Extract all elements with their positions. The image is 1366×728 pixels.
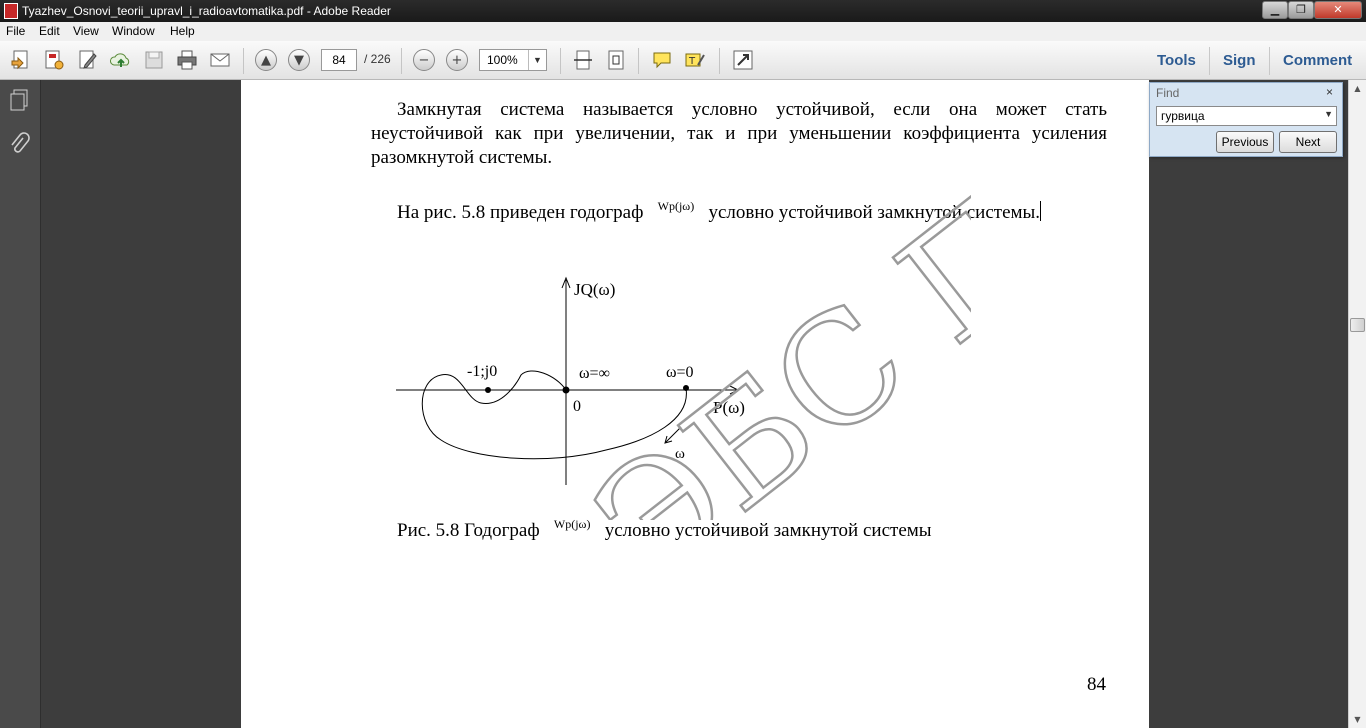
fit-page-icon[interactable]: [604, 49, 628, 71]
critical-point-label: -1;j0: [467, 363, 497, 380]
y-axis-label: JQ(ω): [574, 280, 615, 299]
previous-page-icon[interactable]: ▲: [254, 49, 278, 71]
paragraph-figure-reference: На рис. 5.8 приведен годограф Wр(jω) усл…: [397, 199, 1042, 223]
close-button[interactable]: ✕: [1314, 1, 1362, 19]
next-page-icon[interactable]: ▼: [287, 49, 311, 71]
text-cursor: [1040, 201, 1042, 221]
adobe-reader-window: Tyazhev_Osnovi_teorii_upravl_i_radioavto…: [0, 0, 1366, 728]
save-icon[interactable]: [142, 49, 166, 71]
formula-wp: Wр(jω): [657, 199, 695, 213]
tools-pane-link[interactable]: Tools: [1157, 52, 1196, 69]
page-number-footer: 84: [1087, 674, 1106, 695]
create-pdf-icon[interactable]: [9, 49, 33, 71]
zoom-in-icon[interactable]: +: [445, 49, 469, 71]
menu-window[interactable]: Window: [112, 24, 155, 38]
email-icon[interactable]: [208, 49, 232, 71]
menu-edit[interactable]: Edit: [39, 24, 60, 38]
formula-wp: Wр(jω): [553, 517, 591, 531]
toolbar-separator: [243, 48, 244, 74]
full-screen-icon[interactable]: [731, 49, 755, 71]
toolbar-separator: [638, 48, 639, 74]
origin-label: 0: [573, 398, 581, 415]
zoom-value: 100%: [487, 53, 518, 67]
maximize-button[interactable]: ❐: [1288, 1, 1314, 19]
vertical-scrollbar[interactable]: ▲ ▼: [1348, 80, 1366, 728]
print-icon[interactable]: [175, 49, 199, 71]
critical-point-marker: [485, 387, 491, 393]
zoom-out-icon[interactable]: −: [412, 49, 436, 71]
zoom-select[interactable]: 100% ▼: [479, 49, 547, 71]
toolbar-separator: [1269, 47, 1270, 75]
comment-bubble-icon[interactable]: [650, 49, 674, 71]
hodograph-curve: [421, 370, 687, 460]
find-label: Find: [1156, 86, 1180, 100]
sign-pane-link[interactable]: Sign: [1223, 52, 1256, 69]
omega-infinity-label: ω=∞: [579, 365, 610, 382]
page-number-input[interactable]: [321, 49, 357, 71]
pdf-page[interactable]: Замкнутая система называется условно уст…: [241, 80, 1149, 728]
find-next-button[interactable]: Next: [1279, 131, 1337, 153]
find-query: гурвица: [1161, 109, 1205, 123]
paragraph-definition: Замкнутая система называется условно уст…: [371, 99, 1107, 168]
find-input[interactable]: гурвица ▼: [1156, 106, 1337, 126]
origin-point-marker: [562, 386, 570, 394]
scroll-up-icon[interactable]: ▲: [1349, 80, 1366, 97]
scroll-thumb[interactable]: [1350, 318, 1365, 332]
svg-text:T: T: [688, 56, 696, 67]
toolbar-separator: [719, 48, 720, 74]
menu-bar: File Edit View Window Help: [0, 22, 1366, 41]
toolbar-separator: [1209, 47, 1210, 75]
highlight-text-icon[interactable]: T: [683, 49, 707, 71]
title-bar: Tyazhev_Osnovi_teorii_upravl_i_radioavto…: [0, 0, 1366, 22]
x-axis-label: P(ω): [713, 398, 745, 417]
hodograph-diagram: JQ(ω) P(ω) 0 -1;j0 ω=∞ ω=0 ω: [396, 276, 745, 485]
close-icon[interactable]: ×: [1326, 85, 1333, 99]
minimize-button[interactable]: ▁: [1262, 1, 1288, 19]
window-title: Tyazhev_Osnovi_teorii_upravl_i_radioavto…: [22, 4, 391, 18]
page-thumbnails-icon[interactable]: [8, 88, 30, 112]
chevron-down-icon[interactable]: ▼: [528, 50, 546, 70]
chevron-down-icon[interactable]: ▼: [1324, 109, 1333, 119]
menu-view[interactable]: View: [73, 24, 99, 38]
fit-width-icon[interactable]: [571, 49, 595, 71]
upload-cloud-icon[interactable]: [109, 49, 133, 71]
direction-arrow: [665, 426, 682, 443]
combine-files-icon[interactable]: [42, 49, 66, 71]
page-total-label: / 226: [364, 52, 391, 66]
toolbar-separator: [401, 48, 402, 74]
find-previous-button[interactable]: Previous: [1216, 131, 1274, 153]
menu-help[interactable]: Help: [170, 24, 195, 38]
scroll-down-icon[interactable]: ▼: [1349, 711, 1366, 728]
omega-zero-label: ω=0: [666, 364, 694, 381]
direction-label: ω: [675, 446, 685, 462]
edit-document-icon[interactable]: [76, 49, 100, 71]
attachments-paperclip-icon[interactable]: [8, 132, 30, 156]
menu-file[interactable]: File: [6, 24, 25, 38]
pdf-app-icon: [4, 3, 18, 19]
navigation-pane: [0, 80, 41, 728]
toolbar-separator: [560, 48, 561, 74]
comment-pane-link[interactable]: Comment: [1283, 52, 1352, 69]
omega-zero-marker: [683, 385, 689, 391]
find-panel: Find × гурвица ▼ Previous Next: [1149, 82, 1343, 157]
figure-caption: Рис. 5.8 Годограф Wр(jω) условно устойчи…: [397, 517, 932, 541]
